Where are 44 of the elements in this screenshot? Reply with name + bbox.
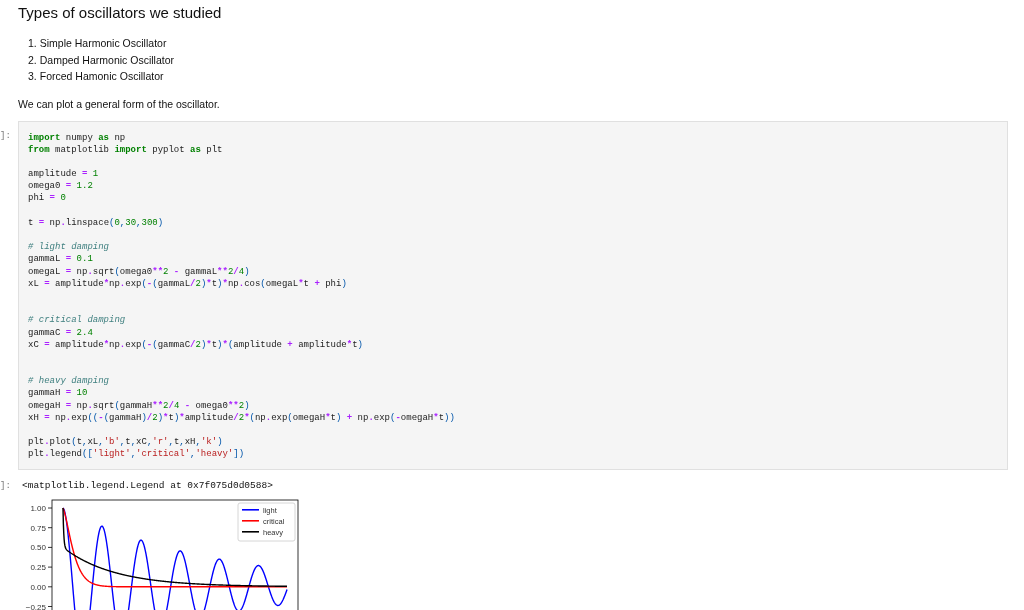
code-line: xL = amplitude*np.exp(-(gammaL/2)*t)*np.cos(omegaL*t + phi) — [28, 277, 348, 290]
code-line: import numpy as np — [28, 131, 127, 144]
code-line: omegaL = np.sqrt(omega0**2 - gammaL**2/4) — [28, 265, 251, 278]
code-line: plt.legend(['light','critical','heavy']) — [28, 448, 246, 461]
code-line: phi = 0 — [28, 192, 67, 205]
list-number: 3. — [28, 69, 37, 84]
tick-mark — [47, 526, 53, 528]
paragraph: We can plot a general form of the oscillator. — [18, 96, 221, 111]
list-item: Forced Hamonic Oscillator — [39, 69, 164, 84]
code-line: # critical damping — [28, 314, 127, 327]
tick-label: 0.75 — [30, 523, 46, 533]
list-item: Damped Harmonic Oscillator — [39, 52, 174, 68]
tick-mark — [47, 546, 53, 548]
tick-label: 0.00 — [30, 582, 46, 592]
code-line: omega0 = 1.2 — [28, 180, 94, 193]
code-cell[interactable] — [18, 120, 1008, 470]
code-line: t = np.linspace(0,30,300) — [28, 216, 165, 229]
tick-mark — [47, 507, 53, 508]
list-number: 2. — [28, 52, 37, 68]
code-line: gammaH = 10 — [28, 387, 89, 400]
code-line: xC = amplitude*np.exp(-(gammaC/2)*t)*(amplitude + amplitude*t) — [28, 338, 364, 351]
cell-prompt: ]: — [0, 129, 12, 143]
code-line: from matplotlib import pyplot as plt — [28, 143, 224, 156]
tick-label: 1.00 — [30, 503, 46, 513]
list-item: Simple Harmonic Oscillator — [39, 36, 167, 51]
tick-label: 0.25 — [30, 562, 46, 572]
tick-label: 0.50 — [30, 542, 46, 552]
code-line: plt.plot(t,xL,'b',t,xC,'r',t,xH,'k') — [28, 436, 224, 449]
tick-mark — [47, 585, 53, 587]
code-line: gammaL = 0.1 — [28, 253, 94, 266]
output-text: <matplotlib.legend.Legend at 0x7f075d0d0588> — [22, 479, 273, 491]
code-line: amplitude = 1 — [28, 168, 100, 181]
code-line: # light damping — [28, 241, 110, 254]
tick-mark — [47, 566, 53, 568]
code-line: gammaC = 2.4 — [28, 326, 94, 339]
list-number: 1. — [28, 36, 37, 51]
code-line: # heavy damping — [28, 375, 110, 388]
tick-mark — [47, 605, 53, 607]
legend-box — [237, 502, 296, 541]
output-prompt: ]: — [0, 480, 12, 491]
heading: Types of oscillators we studied — [18, 4, 223, 22]
tick-label: −0.25 — [25, 602, 46, 610]
code-line: omegaH = np.sqrt(gammaH**2/4 - omega0**2) — [28, 399, 251, 412]
code-line: xH = np.exp((-(gammaH)/2)*t)*amplitude/2*(np.exp(omegaH*t) + np.exp(-omegaH*t)) — [28, 411, 456, 424]
